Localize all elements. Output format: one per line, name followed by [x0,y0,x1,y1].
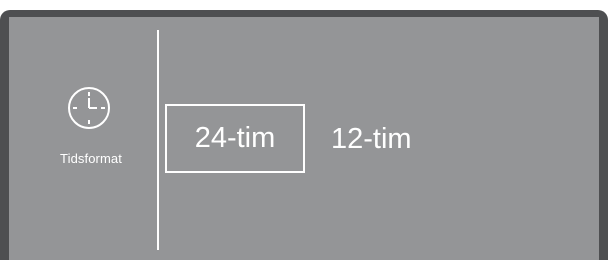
display-screen: Tidsformat 24-tim 12-tim [9,17,599,260]
setting-category-label: Tidsformat [60,151,122,166]
panel-divider [157,30,159,250]
option-24-hour[interactable]: 24-tim [165,104,305,173]
setting-category-panel: Tidsformat [9,17,157,260]
option-12-hour-label: 12-tim [331,123,412,155]
option-12-hour[interactable]: 12-tim [331,125,412,154]
clock-icon [68,87,110,129]
option-24-hour-label: 24-tim [194,122,276,154]
